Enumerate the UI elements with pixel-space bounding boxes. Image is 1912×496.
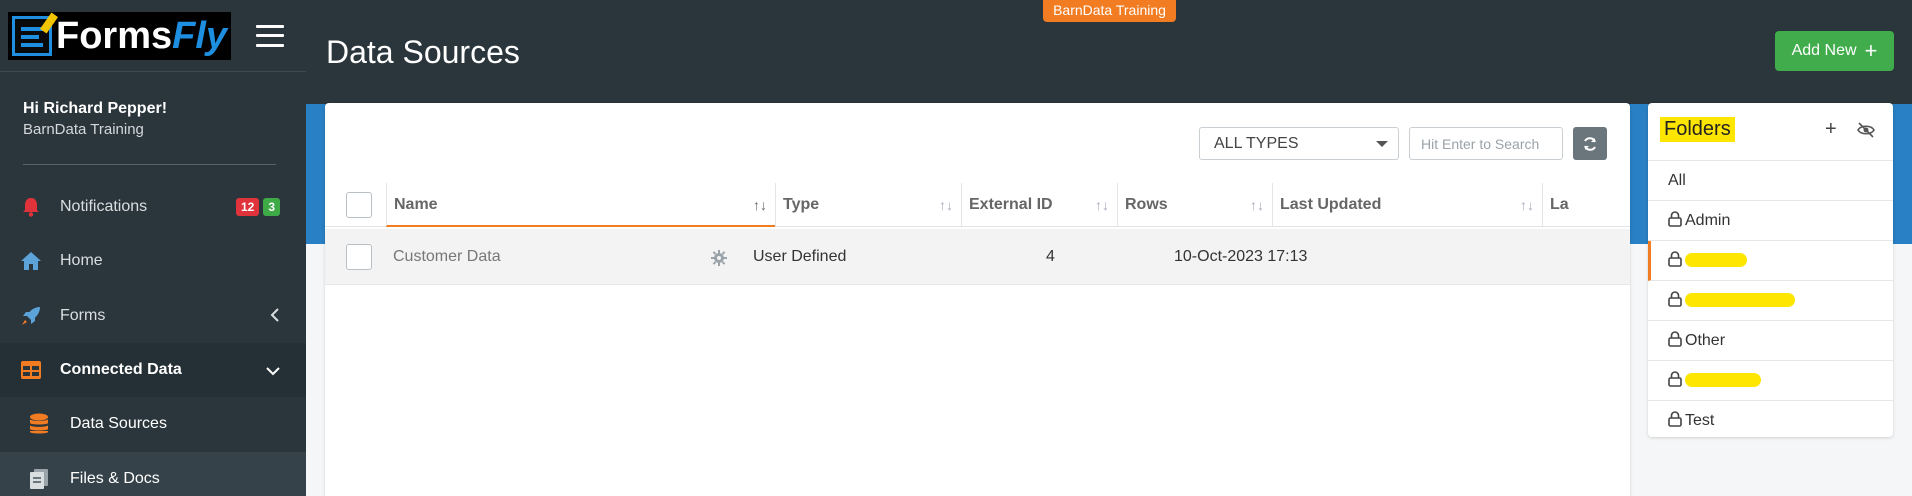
column-header-type[interactable]: Type ↑↓ [775, 183, 961, 227]
lock-icon [1668, 211, 1682, 228]
nav-notifications[interactable]: Notifications 12 3 [0, 180, 306, 234]
data-source-rows: 4 [1046, 248, 1055, 265]
bell-icon [20, 196, 42, 218]
sort-icon: ↑↓ [1250, 197, 1264, 213]
sort-icon: ↑↓ [1520, 197, 1534, 213]
nav-forms[interactable]: Forms [0, 289, 306, 343]
redacted-folder-name [1685, 252, 1747, 267]
home-icon [20, 250, 42, 272]
nav-connected-data[interactable]: Connected Data [0, 343, 306, 397]
lock-icon [1668, 331, 1682, 348]
nav-home[interactable]: Home [0, 234, 306, 288]
hide-eye-icon[interactable] [1856, 122, 1876, 138]
user-org: BarnData Training [23, 121, 144, 138]
folders-panel: Folders + All Admin Other Test [1648, 103, 1893, 437]
refresh-icon [1584, 136, 1596, 151]
folder-item-admin[interactable]: Admin [1648, 201, 1893, 241]
add-new-button[interactable]: Add New + [1775, 31, 1894, 71]
database-icon [28, 413, 50, 435]
folder-item-all[interactable]: All [1648, 161, 1893, 201]
table-row[interactable]: Customer Data User Defined 4 10-Oct-2023… [325, 229, 1630, 285]
plus-icon: + [1864, 38, 1878, 63]
lock-icon [1668, 411, 1682, 428]
folders-title: Folders [1660, 117, 1735, 142]
gear-icon[interactable] [711, 250, 727, 266]
notification-count-badge: 12 [235, 198, 260, 216]
environment-badge: BarnData Training [1043, 0, 1176, 22]
notification-count-badge: 3 [263, 198, 280, 216]
chevron-down-icon [266, 360, 280, 381]
redacted-folder-name [1685, 292, 1795, 307]
data-source-type: User Defined [753, 248, 847, 265]
rocket-icon [20, 305, 42, 327]
page-header: Data Sources BarnData Training Add New + [306, 0, 1912, 104]
folder-item-redacted[interactable] [1648, 361, 1893, 401]
refresh-button[interactable] [1573, 127, 1607, 160]
data-source-name[interactable]: Customer Data [393, 229, 501, 285]
data-source-last-updated: 10-Oct-2023 17:13 [1174, 248, 1308, 265]
folder-item-test[interactable]: Test [1648, 401, 1893, 441]
folder-item-redacted[interactable] [1648, 281, 1893, 321]
column-header-external-id[interactable]: External ID ↑↓ [961, 183, 1117, 227]
column-header-name[interactable]: Name ↑↓ [386, 183, 775, 227]
data-sources-panel: ALL TYPES Name↑↓ Type↑↓ External ID↑↓ Ro… [325, 103, 1630, 496]
logo-bar: FormsFly [0, 0, 306, 72]
chevron-left-icon [270, 306, 280, 327]
logo-text: FormsFly [56, 14, 228, 57]
lock-icon [1668, 371, 1682, 388]
lock-icon [1668, 291, 1682, 308]
formsfly-logo[interactable]: FormsFly [8, 11, 232, 60]
user-greeting: Hi Richard Pepper! [23, 100, 168, 117]
column-header-truncated[interactable]: La [1542, 183, 1630, 227]
table-header: Name ↑↓ Type ↑↓ External ID ↑↓ Rows ↑↓ Last … [325, 183, 1630, 227]
lock-icon [1668, 251, 1682, 268]
caret-down-icon [1376, 141, 1388, 147]
column-header-last-updated[interactable]: Last Updated ↑↓ [1272, 183, 1542, 227]
redacted-folder-name [1685, 372, 1761, 387]
menu-toggle-icon[interactable] [256, 24, 284, 47]
sidebar: FormsFly Hi Richard Pepper! BarnData Tra… [0, 0, 306, 496]
sort-icon: ↑↓ [753, 197, 767, 213]
add-folder-icon[interactable]: + [1825, 118, 1837, 141]
search-input[interactable] [1409, 127, 1563, 160]
folder-item-other[interactable]: Other [1648, 321, 1893, 361]
column-header-rows[interactable]: Rows ↑↓ [1117, 183, 1272, 227]
folders-header: Folders + [1648, 103, 1893, 161]
sort-icon: ↑↓ [939, 197, 953, 213]
logo-icon [12, 12, 59, 56]
nav-files-docs[interactable]: Files & Docs [0, 452, 306, 496]
type-filter-select[interactable]: ALL TYPES [1199, 127, 1399, 160]
select-all-checkbox[interactable] [346, 192, 372, 218]
sort-icon: ↑↓ [1095, 197, 1109, 213]
table-icon [20, 359, 42, 381]
divider [23, 164, 276, 165]
file-icon [28, 468, 50, 490]
row-checkbox[interactable] [346, 244, 372, 270]
page-title: Data Sources [326, 34, 520, 70]
nav-data-sources[interactable]: Data Sources [0, 397, 306, 451]
folder-item-redacted[interactable] [1648, 241, 1893, 281]
